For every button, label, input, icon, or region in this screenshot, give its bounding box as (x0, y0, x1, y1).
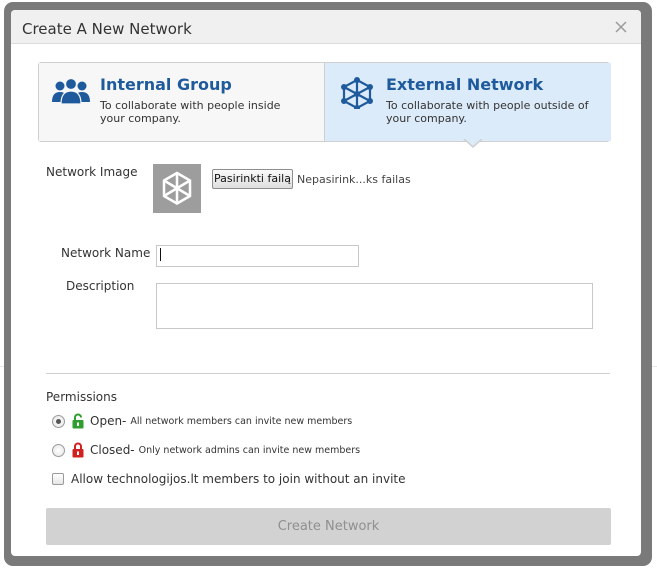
permissions-title: Permissions (46, 390, 117, 404)
network-image-preview (153, 164, 201, 213)
permission-closed-radio[interactable] (52, 443, 65, 457)
network-type-selector: Internal Group To collaborate with peopl… (38, 62, 611, 142)
internal-group-option[interactable]: Internal Group To collaborate with peopl… (39, 63, 325, 141)
description-textarea[interactable] (156, 283, 593, 329)
internal-group-description: To collaborate with people inside your c… (100, 99, 281, 125)
network-name-label: Network Name (61, 246, 151, 260)
allow-join-row[interactable]: Allow technologijos.lt members to join w… (52, 470, 406, 488)
network-nodes-icon (341, 77, 373, 109)
external-network-option[interactable]: External Network To collaborate with peo… (325, 63, 611, 141)
permission-open-radio[interactable] (52, 414, 65, 428)
create-network-dialog: Create A New Network Internal Group To c… (11, 10, 641, 556)
people-group-icon (52, 77, 90, 105)
section-divider (46, 373, 610, 374)
network-name-input[interactable] (156, 245, 359, 267)
dialog-header: Create A New Network (11, 10, 641, 44)
external-network-description: To collaborate with people outside of yo… (386, 99, 589, 125)
permission-open-detail: All network members can invite new membe… (130, 415, 353, 427)
permission-closed-row[interactable]: Closed- Only network admins can invite n… (52, 441, 360, 459)
internal-group-title: Internal Group (100, 75, 232, 94)
create-network-button[interactable]: Create Network (46, 508, 611, 545)
file-status-text: Nepasirink...ks failas (297, 173, 411, 186)
selection-pointer-fill (464, 138, 482, 146)
permission-closed-detail: Only network admins can invite new membe… (138, 444, 361, 456)
allow-join-label: Allow technologijos.lt members to join w… (71, 472, 406, 486)
permission-closed-label: Closed- (90, 443, 135, 457)
locked-icon (72, 442, 84, 458)
network-nodes-icon (162, 171, 192, 205)
dialog-title: Create A New Network (22, 20, 192, 38)
unlocked-icon (72, 413, 84, 429)
close-icon[interactable] (612, 18, 630, 36)
description-label: Description (66, 279, 135, 293)
permission-open-label: Open- (90, 414, 127, 428)
text-caret (160, 248, 161, 261)
permission-open-row[interactable]: Open- All network members can invite new… (52, 412, 352, 430)
network-image-label: Network Image (46, 165, 138, 179)
choose-file-button[interactable]: Pasirinkti failą (212, 169, 293, 189)
external-network-title: External Network (386, 75, 544, 94)
allow-join-checkbox[interactable] (52, 473, 64, 485)
